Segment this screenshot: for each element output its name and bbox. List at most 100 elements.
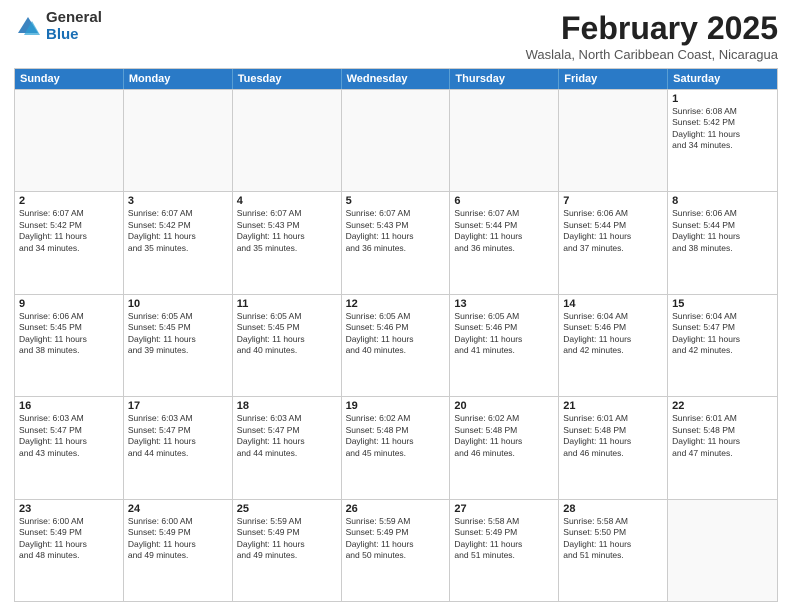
weekday-header: Wednesday [342,69,451,89]
day-info: Sunrise: 6:06 AM Sunset: 5:44 PM Dayligh… [672,208,773,254]
calendar-cell: 24Sunrise: 6:00 AM Sunset: 5:49 PM Dayli… [124,500,233,601]
calendar-cell [233,90,342,191]
day-info: Sunrise: 6:03 AM Sunset: 5:47 PM Dayligh… [19,413,119,459]
day-number: 4 [237,195,337,207]
day-info: Sunrise: 6:02 AM Sunset: 5:48 PM Dayligh… [346,413,446,459]
weekday-header: Friday [559,69,668,89]
calendar-cell: 26Sunrise: 5:59 AM Sunset: 5:49 PM Dayli… [342,500,451,601]
day-number: 25 [237,503,337,515]
day-number: 26 [346,503,446,515]
day-number: 24 [128,503,228,515]
day-number: 14 [563,298,663,310]
day-info: Sunrise: 6:04 AM Sunset: 5:46 PM Dayligh… [563,311,663,357]
day-number: 8 [672,195,773,207]
day-number: 7 [563,195,663,207]
calendar-location: Waslala, North Caribbean Coast, Nicaragu… [526,47,778,62]
day-number: 12 [346,298,446,310]
logo-icon [14,13,42,41]
day-number: 10 [128,298,228,310]
calendar-cell: 1Sunrise: 6:08 AM Sunset: 5:42 PM Daylig… [668,90,777,191]
day-number: 27 [454,503,554,515]
calendar-row: 2Sunrise: 6:07 AM Sunset: 5:42 PM Daylig… [15,191,777,293]
day-number: 22 [672,400,773,412]
day-number: 19 [346,400,446,412]
calendar-cell [15,90,124,191]
day-number: 1 [672,93,773,105]
calendar-cell: 28Sunrise: 5:58 AM Sunset: 5:50 PM Dayli… [559,500,668,601]
calendar-cell: 16Sunrise: 6:03 AM Sunset: 5:47 PM Dayli… [15,397,124,498]
day-number: 16 [19,400,119,412]
calendar-cell: 14Sunrise: 6:04 AM Sunset: 5:46 PM Dayli… [559,295,668,396]
day-number: 21 [563,400,663,412]
day-info: Sunrise: 6:07 AM Sunset: 5:43 PM Dayligh… [346,208,446,254]
day-number: 3 [128,195,228,207]
day-info: Sunrise: 6:07 AM Sunset: 5:42 PM Dayligh… [128,208,228,254]
calendar-cell: 8Sunrise: 6:06 AM Sunset: 5:44 PM Daylig… [668,192,777,293]
logo: General Blue [14,10,102,43]
calendar-row: 16Sunrise: 6:03 AM Sunset: 5:47 PM Dayli… [15,396,777,498]
calendar-cell: 23Sunrise: 6:00 AM Sunset: 5:49 PM Dayli… [15,500,124,601]
calendar-row: 1Sunrise: 6:08 AM Sunset: 5:42 PM Daylig… [15,89,777,191]
calendar-cell: 4Sunrise: 6:07 AM Sunset: 5:43 PM Daylig… [233,192,342,293]
calendar-cell: 27Sunrise: 5:58 AM Sunset: 5:49 PM Dayli… [450,500,559,601]
calendar-cell: 25Sunrise: 5:59 AM Sunset: 5:49 PM Dayli… [233,500,342,601]
day-info: Sunrise: 6:03 AM Sunset: 5:47 PM Dayligh… [128,413,228,459]
calendar-cell: 3Sunrise: 6:07 AM Sunset: 5:42 PM Daylig… [124,192,233,293]
calendar-cell: 7Sunrise: 6:06 AM Sunset: 5:44 PM Daylig… [559,192,668,293]
day-info: Sunrise: 6:05 AM Sunset: 5:45 PM Dayligh… [237,311,337,357]
day-info: Sunrise: 5:59 AM Sunset: 5:49 PM Dayligh… [346,516,446,562]
day-info: Sunrise: 6:07 AM Sunset: 5:42 PM Dayligh… [19,208,119,254]
calendar-cell: 11Sunrise: 6:05 AM Sunset: 5:45 PM Dayli… [233,295,342,396]
day-info: Sunrise: 6:08 AM Sunset: 5:42 PM Dayligh… [672,106,773,152]
calendar-title: February 2025 [526,10,778,47]
calendar-cell [450,90,559,191]
day-info: Sunrise: 6:00 AM Sunset: 5:49 PM Dayligh… [128,516,228,562]
day-info: Sunrise: 5:59 AM Sunset: 5:49 PM Dayligh… [237,516,337,562]
weekday-header: Saturday [668,69,777,89]
day-info: Sunrise: 6:00 AM Sunset: 5:49 PM Dayligh… [19,516,119,562]
day-info: Sunrise: 6:05 AM Sunset: 5:46 PM Dayligh… [346,311,446,357]
calendar-cell: 21Sunrise: 6:01 AM Sunset: 5:48 PM Dayli… [559,397,668,498]
calendar-cell: 10Sunrise: 6:05 AM Sunset: 5:45 PM Dayli… [124,295,233,396]
calendar: SundayMondayTuesdayWednesdayThursdayFrid… [14,68,778,602]
day-number: 17 [128,400,228,412]
day-number: 11 [237,298,337,310]
calendar-body: 1Sunrise: 6:08 AM Sunset: 5:42 PM Daylig… [15,89,777,601]
day-number: 23 [19,503,119,515]
calendar-cell: 13Sunrise: 6:05 AM Sunset: 5:46 PM Dayli… [450,295,559,396]
day-number: 20 [454,400,554,412]
day-number: 2 [19,195,119,207]
calendar-cell: 22Sunrise: 6:01 AM Sunset: 5:48 PM Dayli… [668,397,777,498]
calendar-cell: 2Sunrise: 6:07 AM Sunset: 5:42 PM Daylig… [15,192,124,293]
calendar-cell: 15Sunrise: 6:04 AM Sunset: 5:47 PM Dayli… [668,295,777,396]
calendar-cell: 20Sunrise: 6:02 AM Sunset: 5:48 PM Dayli… [450,397,559,498]
page: General Blue February 2025 Waslala, Nort… [0,0,792,612]
day-info: Sunrise: 5:58 AM Sunset: 5:49 PM Dayligh… [454,516,554,562]
day-info: Sunrise: 6:05 AM Sunset: 5:45 PM Dayligh… [128,311,228,357]
day-number: 18 [237,400,337,412]
calendar-header: SundayMondayTuesdayWednesdayThursdayFrid… [15,69,777,89]
day-info: Sunrise: 6:07 AM Sunset: 5:44 PM Dayligh… [454,208,554,254]
day-number: 13 [454,298,554,310]
day-info: Sunrise: 6:04 AM Sunset: 5:47 PM Dayligh… [672,311,773,357]
day-info: Sunrise: 6:05 AM Sunset: 5:46 PM Dayligh… [454,311,554,357]
day-info: Sunrise: 6:03 AM Sunset: 5:47 PM Dayligh… [237,413,337,459]
day-info: Sunrise: 6:02 AM Sunset: 5:48 PM Dayligh… [454,413,554,459]
day-number: 15 [672,298,773,310]
day-info: Sunrise: 5:58 AM Sunset: 5:50 PM Dayligh… [563,516,663,562]
weekday-header: Monday [124,69,233,89]
calendar-cell: 6Sunrise: 6:07 AM Sunset: 5:44 PM Daylig… [450,192,559,293]
header: General Blue February 2025 Waslala, Nort… [14,10,778,62]
day-info: Sunrise: 6:07 AM Sunset: 5:43 PM Dayligh… [237,208,337,254]
day-info: Sunrise: 6:01 AM Sunset: 5:48 PM Dayligh… [563,413,663,459]
calendar-cell: 12Sunrise: 6:05 AM Sunset: 5:46 PM Dayli… [342,295,451,396]
calendar-cell: 19Sunrise: 6:02 AM Sunset: 5:48 PM Dayli… [342,397,451,498]
day-number: 6 [454,195,554,207]
calendar-row: 9Sunrise: 6:06 AM Sunset: 5:45 PM Daylig… [15,294,777,396]
day-info: Sunrise: 6:06 AM Sunset: 5:45 PM Dayligh… [19,311,119,357]
calendar-cell: 18Sunrise: 6:03 AM Sunset: 5:47 PM Dayli… [233,397,342,498]
weekday-header: Sunday [15,69,124,89]
logo-general-text: General [46,10,102,27]
weekday-header: Thursday [450,69,559,89]
calendar-cell [668,500,777,601]
